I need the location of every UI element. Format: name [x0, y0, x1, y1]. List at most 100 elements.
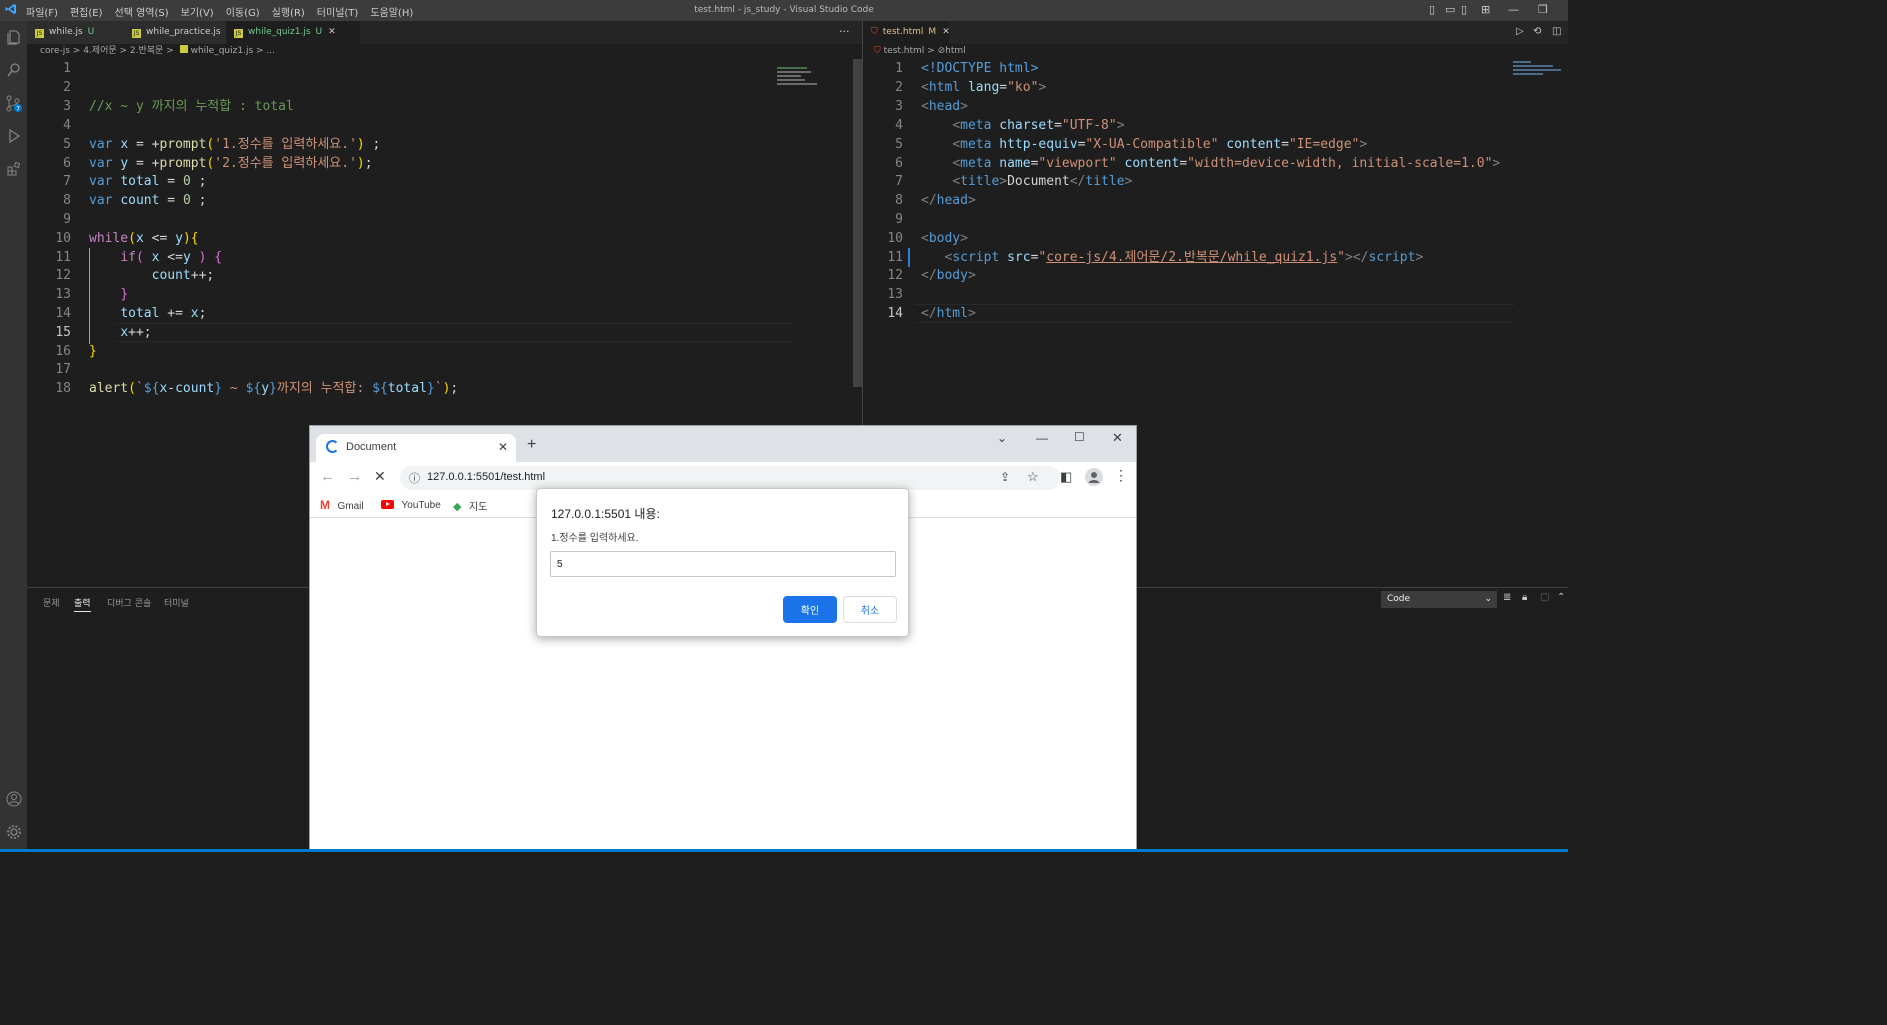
- line-number: 4: [63, 118, 71, 133]
- line-number: 2: [63, 80, 71, 95]
- line-number: 11: [887, 250, 903, 265]
- tab-while-js[interactable]: JS while.js U: [27, 21, 124, 44]
- tab-label: while_practice.js: [146, 27, 221, 37]
- tab-while-practice-js[interactable]: JSwhile_practice.jsU: [124, 21, 241, 44]
- code-line-6: var y = +prompt('2.정수를 입력하세요.');: [89, 156, 373, 171]
- accounts-icon[interactable]: [5, 791, 22, 808]
- code-editor-js[interactable]: 1 2 3 4 5 6 7 8 9 10 11 12 13 14 15 16 1…: [27, 59, 797, 459]
- source-control-icon[interactable]: 7: [5, 95, 22, 113]
- prompt-input[interactable]: [550, 551, 896, 577]
- title-bar: 파일(F) 편집(E) 선택 영역(S) 보기(V) 이동(G) 실행(R) 터…: [0, 0, 1568, 21]
- line-number: 13: [887, 287, 903, 302]
- js-file-icon: JS: [132, 29, 141, 38]
- minimize-icon[interactable]: —: [1036, 431, 1048, 445]
- breadcrumb-item[interactable]: core-js: [40, 46, 70, 56]
- line-number: 10: [887, 231, 903, 246]
- breadcrumb-item[interactable]: html: [945, 46, 966, 56]
- restore-icon[interactable]: ❐: [1538, 3, 1548, 16]
- browser-tab-document[interactable]: Document ✕: [316, 434, 516, 462]
- customize-layout-icon[interactable]: ⊞: [1481, 3, 1490, 16]
- line-number: 17: [55, 362, 71, 377]
- line-number: 13: [55, 287, 71, 302]
- maximize-panel-icon[interactable]: ⌃: [1557, 592, 1565, 603]
- close-window-icon[interactable]: ✕: [1112, 430, 1123, 446]
- line-number: 12: [55, 268, 71, 283]
- breadcrumb-item[interactable]: while_quiz1.js: [191, 46, 254, 56]
- minimize-icon[interactable]: —: [1508, 3, 1519, 16]
- vertical-scrollbar[interactable]: [853, 59, 862, 387]
- output-channel-select[interactable]: Code ⌄: [1381, 591, 1497, 608]
- code-line-5: var x = +prompt('1.정수를 입력하세요.') ;: [89, 137, 381, 152]
- settings-gear-icon[interactable]: [5, 824, 22, 841]
- run-debug-icon[interactable]: [5, 128, 22, 145]
- bookmark-maps[interactable]: ◆ 지도: [453, 498, 487, 513]
- line-number: 7: [63, 174, 71, 189]
- line-number: 3: [895, 99, 903, 114]
- minimap[interactable]: [777, 65, 827, 93]
- breadcrumb-item[interactable]: 2.반복문: [130, 46, 163, 56]
- address-bar[interactable]: ⓘ 127.0.0.1:5501/test.html ⇪ ☆: [400, 466, 1060, 490]
- modified-line-gutter: [908, 248, 910, 267]
- panel-tab-output[interactable]: 출력: [74, 596, 91, 612]
- attr-value: "IE=edge": [1288, 137, 1360, 152]
- panel-tab-debug-console[interactable]: 디버그 콘솔: [107, 596, 151, 609]
- script-src-link[interactable]: core-js/4.제어문/2.반복문/while_quiz1.js: [1046, 250, 1337, 265]
- toggle-sidebar-icon[interactable]: ▯: [1429, 3, 1435, 16]
- share-icon[interactable]: ⇪: [1000, 470, 1010, 484]
- bookmark-gmail[interactable]: M Gmail: [320, 498, 364, 512]
- close-tab-icon[interactable]: ✕: [498, 440, 508, 454]
- code-line-7: <title>Document</title>: [952, 174, 1133, 189]
- clear-output-icon[interactable]: ≣: [1503, 592, 1511, 603]
- back-icon[interactable]: ←: [320, 468, 335, 485]
- code-editor-html[interactable]: 1 2 3 4 5 6 7 8 9 10 11 12 13 14 <!DOCTY…: [863, 59, 1568, 379]
- explorer-icon[interactable]: [5, 29, 22, 46]
- breadcrumb-item[interactable]: ...: [266, 46, 275, 56]
- activity-bar: 7: [0, 21, 27, 850]
- bookmark-star-icon[interactable]: ☆: [1027, 469, 1039, 485]
- code-line-5: <meta http-equiv="X-UA-Compatible" conte…: [952, 137, 1368, 152]
- browser-menu-icon[interactable]: ⋮: [1114, 467, 1128, 484]
- toggle-panel-icon[interactable]: ▭: [1445, 3, 1455, 16]
- open-changes-icon[interactable]: ⟲: [1533, 26, 1541, 37]
- new-tab-button[interactable]: +: [527, 436, 536, 454]
- line-number: 8: [63, 193, 71, 208]
- toggle-secondary-sidebar-icon[interactable]: ▯: [1461, 3, 1467, 16]
- run-icon[interactable]: ▷: [1516, 26, 1524, 37]
- breadcrumb-item[interactable]: test.html: [884, 46, 925, 56]
- code-line-3: //x ~ y 까지의 누적합 : total: [89, 97, 294, 116]
- code-line-12: count++;: [151, 268, 215, 283]
- breadcrumb: core-js > 4.제어문 > 2.반복문 > while_quiz1.js…: [40, 45, 275, 56]
- line-number: 14: [55, 306, 71, 321]
- tab-test-html[interactable]: ⛉ test.html M ✕: [863, 21, 950, 44]
- tab-while-quiz1-js[interactable]: JS while_quiz1.js U ✕: [226, 21, 360, 44]
- modified-badge: M: [928, 27, 937, 37]
- ok-button[interactable]: 확인: [783, 596, 837, 623]
- profile-avatar-icon[interactable]: [1085, 468, 1103, 486]
- line-number: 16: [55, 344, 71, 359]
- bookmark-youtube[interactable]: YouTube: [381, 498, 441, 511]
- html-file-icon: ⛉: [874, 46, 881, 56]
- close-tab-icon[interactable]: ✕: [942, 27, 950, 37]
- search-icon[interactable]: [5, 62, 22, 79]
- panel-tab-terminal[interactable]: 터미널: [164, 596, 189, 609]
- code-line-10: while(x <= y){: [89, 231, 199, 246]
- dialog-message: 1.정수를 입력하세요.: [551, 533, 639, 544]
- stop-loading-icon[interactable]: ✕: [374, 468, 386, 485]
- tab-search-icon[interactable]: ⌄: [997, 431, 1007, 445]
- forward-icon[interactable]: →: [347, 468, 362, 485]
- cancel-button[interactable]: 취소: [843, 596, 897, 623]
- more-actions-icon[interactable]: ···: [839, 25, 850, 38]
- side-panel-icon[interactable]: ◧: [1060, 469, 1072, 485]
- split-editor-icon[interactable]: ◫: [1552, 26, 1561, 37]
- site-info-icon[interactable]: ⓘ: [409, 470, 420, 486]
- code-line-8: </head>: [921, 193, 976, 208]
- lock-scroll-icon[interactable]: 🔒︎: [1522, 592, 1527, 603]
- maximize-icon[interactable]: ☐: [1074, 430, 1085, 444]
- breadcrumb-item[interactable]: 4.제어문: [83, 46, 116, 56]
- close-tab-icon[interactable]: ✕: [328, 27, 336, 37]
- extensions-icon[interactable]: [5, 161, 22, 178]
- status-bar: [0, 849, 1568, 852]
- clear-icon[interactable]: ▢: [1540, 592, 1549, 603]
- panel-tab-problems[interactable]: 문제: [43, 596, 60, 609]
- minimap[interactable]: [1513, 59, 1563, 81]
